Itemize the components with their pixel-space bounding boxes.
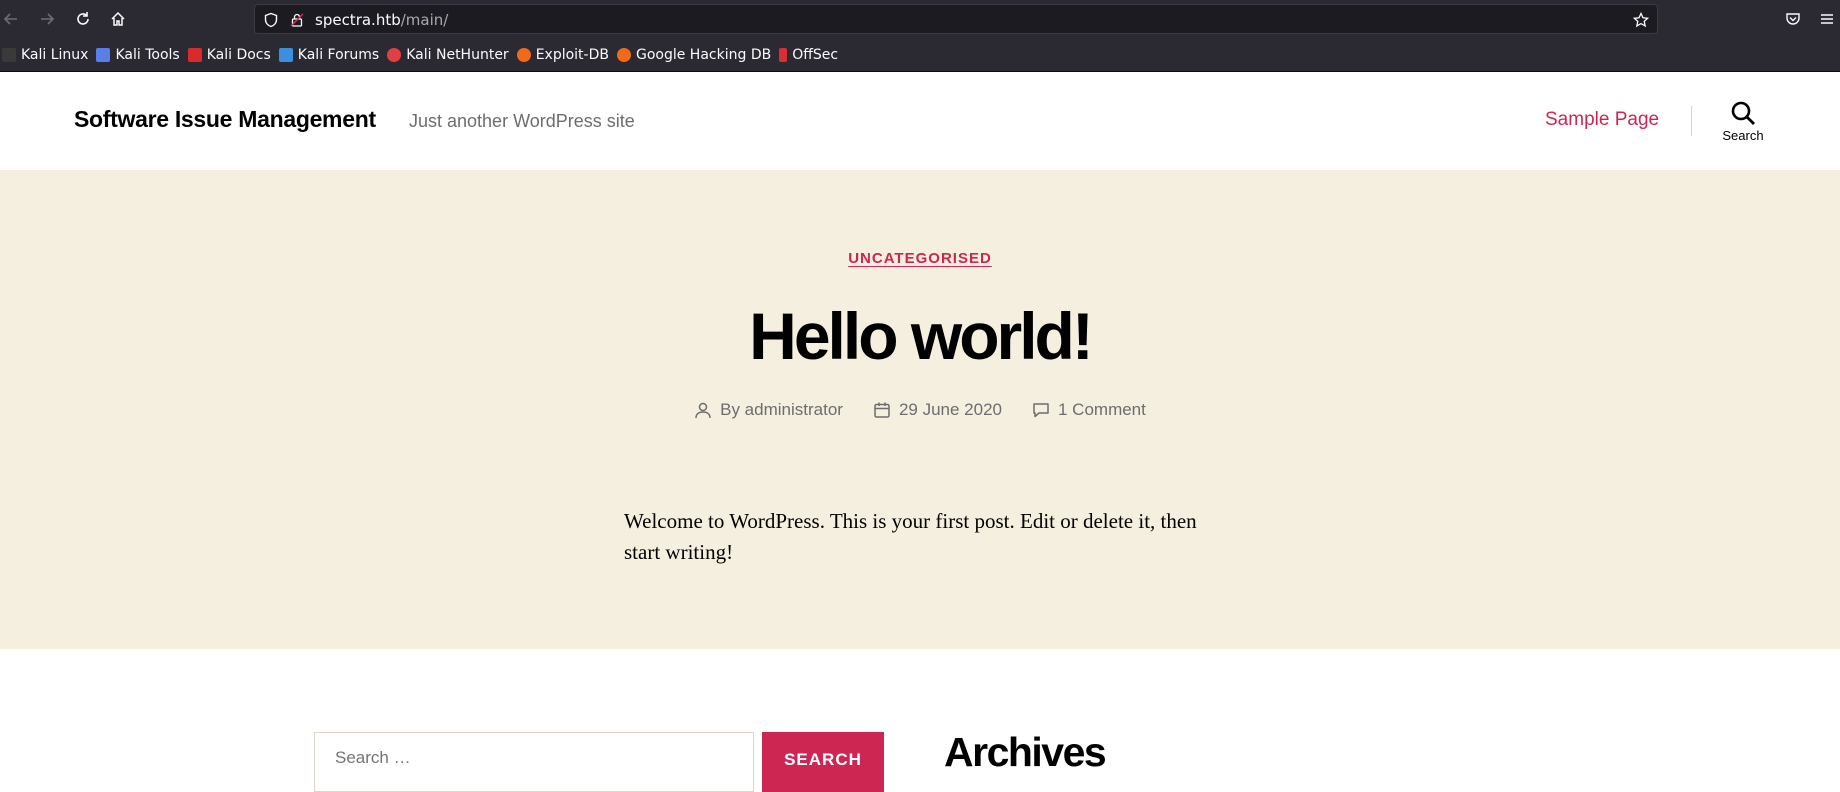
bookmark-exploit-db[interactable]: Exploit-DB [515, 38, 615, 71]
bookmark-offsec[interactable]: OffSec [777, 38, 844, 71]
bookmark-google-hacking-db[interactable]: Google Hacking DB [615, 38, 777, 71]
forward-button[interactable] [36, 8, 58, 30]
search-input[interactable] [333, 747, 737, 769]
post-header: UNCATEGORISED Hello world! By administra… [0, 170, 1840, 649]
home-icon [111, 11, 125, 26]
search-toggle-label: Search [1722, 128, 1764, 143]
post-author[interactable]: By administrator [694, 400, 843, 420]
reload-button[interactable] [72, 8, 94, 30]
bookmark-label: Exploit-DB [535, 46, 609, 63]
lock-icon[interactable] [289, 12, 305, 28]
bookmark-label: Kali Docs [206, 46, 271, 63]
post-content: Welcome to WordPress. This is your first… [624, 509, 1197, 564]
post-comments[interactable]: 1 Comment [1032, 400, 1146, 420]
url-path: /main/ [400, 11, 449, 29]
bookmark-label: Kali Forums [297, 46, 380, 63]
menu-button[interactable] [1816, 8, 1838, 30]
pocket-button[interactable] [1782, 8, 1804, 30]
post-title[interactable]: Hello world! [0, 298, 1840, 374]
bookmark-label: Kali Linux [21, 46, 89, 63]
post-meta: By administrator 29 June 2020 1 Comment [0, 400, 1840, 420]
post-date[interactable]: 29 June 2020 [873, 400, 1002, 420]
bookmark-label: Kali Tools [115, 46, 180, 63]
offsec-icon [779, 47, 788, 62]
bookmark-kali-linux[interactable]: Kali Linux [0, 38, 94, 71]
hamburger-icon [1821, 14, 1833, 24]
site-header: Software Issue Management Just another W… [0, 72, 1840, 170]
bookmarks-toolbar: Kali Linux Kali Tools Kali Docs Kali For… [0, 38, 1840, 72]
kali-docs-icon [187, 47, 202, 62]
category-link[interactable]: UNCATEGORISED [848, 250, 992, 267]
browser-toolbar: spectra.htb/main/ [0, 0, 1840, 38]
widget-area: SEARCH Archives [0, 649, 1840, 792]
bookmark-kali-docs[interactable]: Kali Docs [186, 38, 277, 71]
author-text: By administrator [720, 400, 843, 419]
star-icon[interactable] [1633, 12, 1649, 28]
search-submit-button[interactable]: SEARCH [762, 732, 884, 792]
home-button[interactable] [107, 8, 129, 30]
header-divider [1691, 106, 1692, 136]
bookmark-label: Kali NetHunter [406, 46, 509, 63]
kali-tools-icon [96, 47, 111, 62]
archives-widget-title: Archives [944, 729, 1107, 775]
kali-dragon-icon [2, 47, 16, 62]
search-form[interactable] [314, 732, 754, 792]
exploit-db-icon [516, 47, 531, 62]
kali-forums-icon [278, 47, 293, 62]
bookmark-kali-forums[interactable]: Kali Forums [277, 38, 385, 71]
calendar-icon [874, 402, 890, 418]
pocket-icon [1786, 13, 1800, 25]
bookmark-kali-tools[interactable]: Kali Tools [94, 38, 185, 71]
url-host: spectra.htb [315, 11, 401, 29]
arrow-right-icon [41, 13, 55, 25]
site-title[interactable]: Software Issue Management [74, 106, 376, 133]
ghdb-icon [616, 47, 631, 62]
bookmark-label: OffSec [792, 46, 839, 63]
site-description: Just another WordPress site [409, 111, 635, 131]
nethunter-icon [387, 47, 402, 62]
comments-text: 1 Comment [1058, 400, 1146, 419]
url-text[interactable]: spectra.htb/main/ [315, 11, 448, 29]
date-text: 29 June 2020 [898, 400, 1002, 419]
reload-icon [77, 12, 89, 25]
url-bar[interactable]: spectra.htb/main/ [254, 4, 1658, 34]
bookmark-kali-nethunter[interactable]: Kali NetHunter [385, 38, 514, 71]
bookmark-label: Google Hacking DB [635, 46, 772, 63]
category-links: UNCATEGORISED [0, 250, 1840, 268]
back-button[interactable] [0, 8, 22, 30]
search-toggle-button[interactable]: Search [1710, 100, 1776, 152]
user-icon [695, 402, 711, 419]
nav-sample-page[interactable]: Sample Page [1545, 109, 1659, 131]
web-page: Software Issue Management Just another W… [0, 72, 1840, 792]
comment-icon [1033, 403, 1049, 418]
arrow-left-icon [3, 13, 17, 25]
shield-icon[interactable] [263, 12, 279, 28]
search-icon [1731, 101, 1755, 125]
